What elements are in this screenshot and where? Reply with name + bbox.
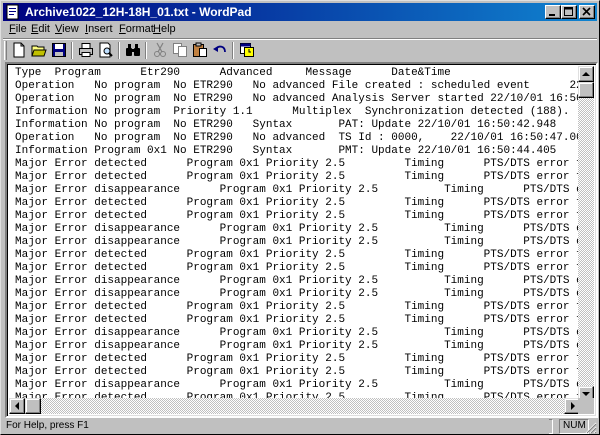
print-button[interactable] — [76, 40, 96, 60]
find-button[interactable] — [123, 40, 143, 60]
log-line: Information No program Priority 1.1 Mult… — [15, 106, 570, 118]
open-folder-icon — [31, 45, 47, 57]
log-line: Information No program No ETR290 Syntax … — [15, 119, 557, 131]
log-line: Major Error disappearance Program 0x1 Pr… — [15, 379, 580, 391]
menu-insert[interactable]: Insert — [85, 23, 113, 35]
horizontal-scroll-thumb[interactable] — [25, 398, 41, 414]
date-time-button[interactable] — [237, 40, 257, 60]
log-line: Major Error detected Program 0x1 Priorit… — [15, 197, 580, 209]
log-line: Operation No program No ETR290 No advanc… — [15, 93, 580, 105]
size-grip-icon[interactable] — [584, 421, 597, 434]
log-line: Major Error detected Program 0x1 Priorit… — [15, 171, 580, 183]
log-line: Operation No program No ETR290 No advanc… — [15, 80, 580, 92]
cut-button[interactable] — [150, 40, 170, 60]
find-binoculars-icon — [126, 44, 140, 56]
maximize-icon — [564, 7, 573, 16]
log-line: Major Error disappearance Program 0x1 Pr… — [15, 275, 580, 287]
open-button[interactable] — [29, 40, 49, 60]
log-line: Major Error detected Program 0x1 Priorit… — [15, 366, 580, 378]
menu-bar: File Edit View Insert Format Help — [3, 21, 597, 38]
maximize-button[interactable] — [561, 5, 577, 19]
cut-icon — [154, 42, 166, 57]
new-button[interactable] — [9, 40, 29, 60]
status-message: For Help, press F1 — [6, 420, 89, 431]
document-editor[interactable]: Type Program Etr290 Advanced Message Dat… — [5, 62, 598, 418]
toolbar — [3, 40, 597, 62]
horizontal-scrollbar[interactable] — [9, 398, 580, 414]
save-disk-icon — [52, 43, 66, 57]
log-line: Major Error disappearance Program 0x1 Pr… — [15, 223, 580, 235]
menu-edit[interactable]: Edit — [31, 23, 50, 35]
undo-icon — [213, 45, 226, 53]
log-line: Major Error disappearance Program 0x1 Pr… — [15, 288, 580, 300]
log-header-line: Type Program Etr290 Advanced Message Dat… — [15, 67, 451, 79]
log-line: Major Error detected Program 0x1 Priorit… — [15, 158, 580, 170]
log-line: Major Error disappearance Program 0x1 Pr… — [15, 340, 580, 352]
vertical-scroll-thumb[interactable] — [578, 82, 594, 98]
log-line: Major Error detected Program 0x1 Priorit… — [15, 314, 580, 326]
arrow-down-icon — [582, 392, 590, 396]
print-preview-icon — [99, 42, 113, 58]
log-line: Information Program 0x1 No ETR290 Syntax… — [15, 145, 557, 157]
wordpad-app-icon[interactable] — [5, 4, 21, 20]
log-line: Major Error detected Program 0x1 Priorit… — [15, 249, 580, 261]
save-button[interactable] — [49, 40, 69, 60]
status-panel-divider — [549, 419, 553, 434]
minimize-icon — [549, 14, 555, 16]
paste-button[interactable] — [190, 40, 210, 60]
menu-file[interactable]: File — [9, 23, 27, 35]
window-title: Archive1022_12H-18H_01.txt - WordPad — [25, 5, 252, 19]
undo-button[interactable] — [210, 40, 230, 60]
arrow-left-icon — [15, 402, 19, 410]
close-icon — [582, 7, 591, 16]
toolbar-separator — [71, 42, 73, 59]
log-line: Major Error detected Program 0x1 Priorit… — [15, 210, 580, 222]
paste-icon — [193, 42, 207, 57]
menu-help[interactable]: Help — [153, 23, 176, 35]
log-line: Major Error disappearance Program 0x1 Pr… — [15, 184, 580, 196]
close-button[interactable] — [579, 5, 595, 19]
status-bar: For Help, press F1 NUM — [3, 419, 597, 434]
title-bar[interactable]: Archive1022_12H-18H_01.txt - WordPad — [3, 3, 597, 21]
scroll-up-button[interactable] — [578, 66, 594, 82]
minimize-button[interactable] — [545, 5, 561, 19]
vertical-scrollbar[interactable] — [578, 66, 594, 402]
new-document-icon — [13, 42, 25, 58]
toolbar-grip[interactable] — [4, 41, 7, 60]
menu-view[interactable]: View — [55, 23, 79, 35]
print-preview-button[interactable] — [96, 40, 116, 60]
log-line: Major Error disappearance Program 0x1 Pr… — [15, 327, 580, 339]
log-line: Operation No program No ETR290 No advanc… — [15, 132, 580, 144]
print-icon — [79, 43, 93, 57]
wordpad-window: Archive1022_12H-18H_01.txt - WordPad Fil… — [0, 0, 600, 435]
log-line: Major Error detected Program 0x1 Priorit… — [15, 262, 580, 274]
copy-icon — [173, 43, 187, 57]
scrollbar-corner — [578, 398, 594, 414]
document-text-area[interactable]: Type Program Etr290 Advanced Message Dat… — [9, 66, 580, 402]
log-line: Major Error detected Program 0x1 Priorit… — [15, 301, 580, 313]
scroll-left-button[interactable] — [9, 398, 25, 414]
toolbar-separator — [232, 42, 234, 59]
toolbar-separator — [145, 42, 147, 59]
log-line: Major Error detected Program 0x1 Priorit… — [15, 353, 580, 365]
log-line: Major Error disappearance Program 0x1 Pr… — [15, 236, 580, 248]
date-time-icon — [240, 43, 254, 57]
toolbar-separator — [118, 42, 120, 59]
copy-button[interactable] — [170, 40, 190, 60]
menu-format[interactable]: Format — [119, 23, 154, 35]
arrow-right-icon — [571, 402, 575, 410]
arrow-up-icon — [582, 72, 590, 76]
